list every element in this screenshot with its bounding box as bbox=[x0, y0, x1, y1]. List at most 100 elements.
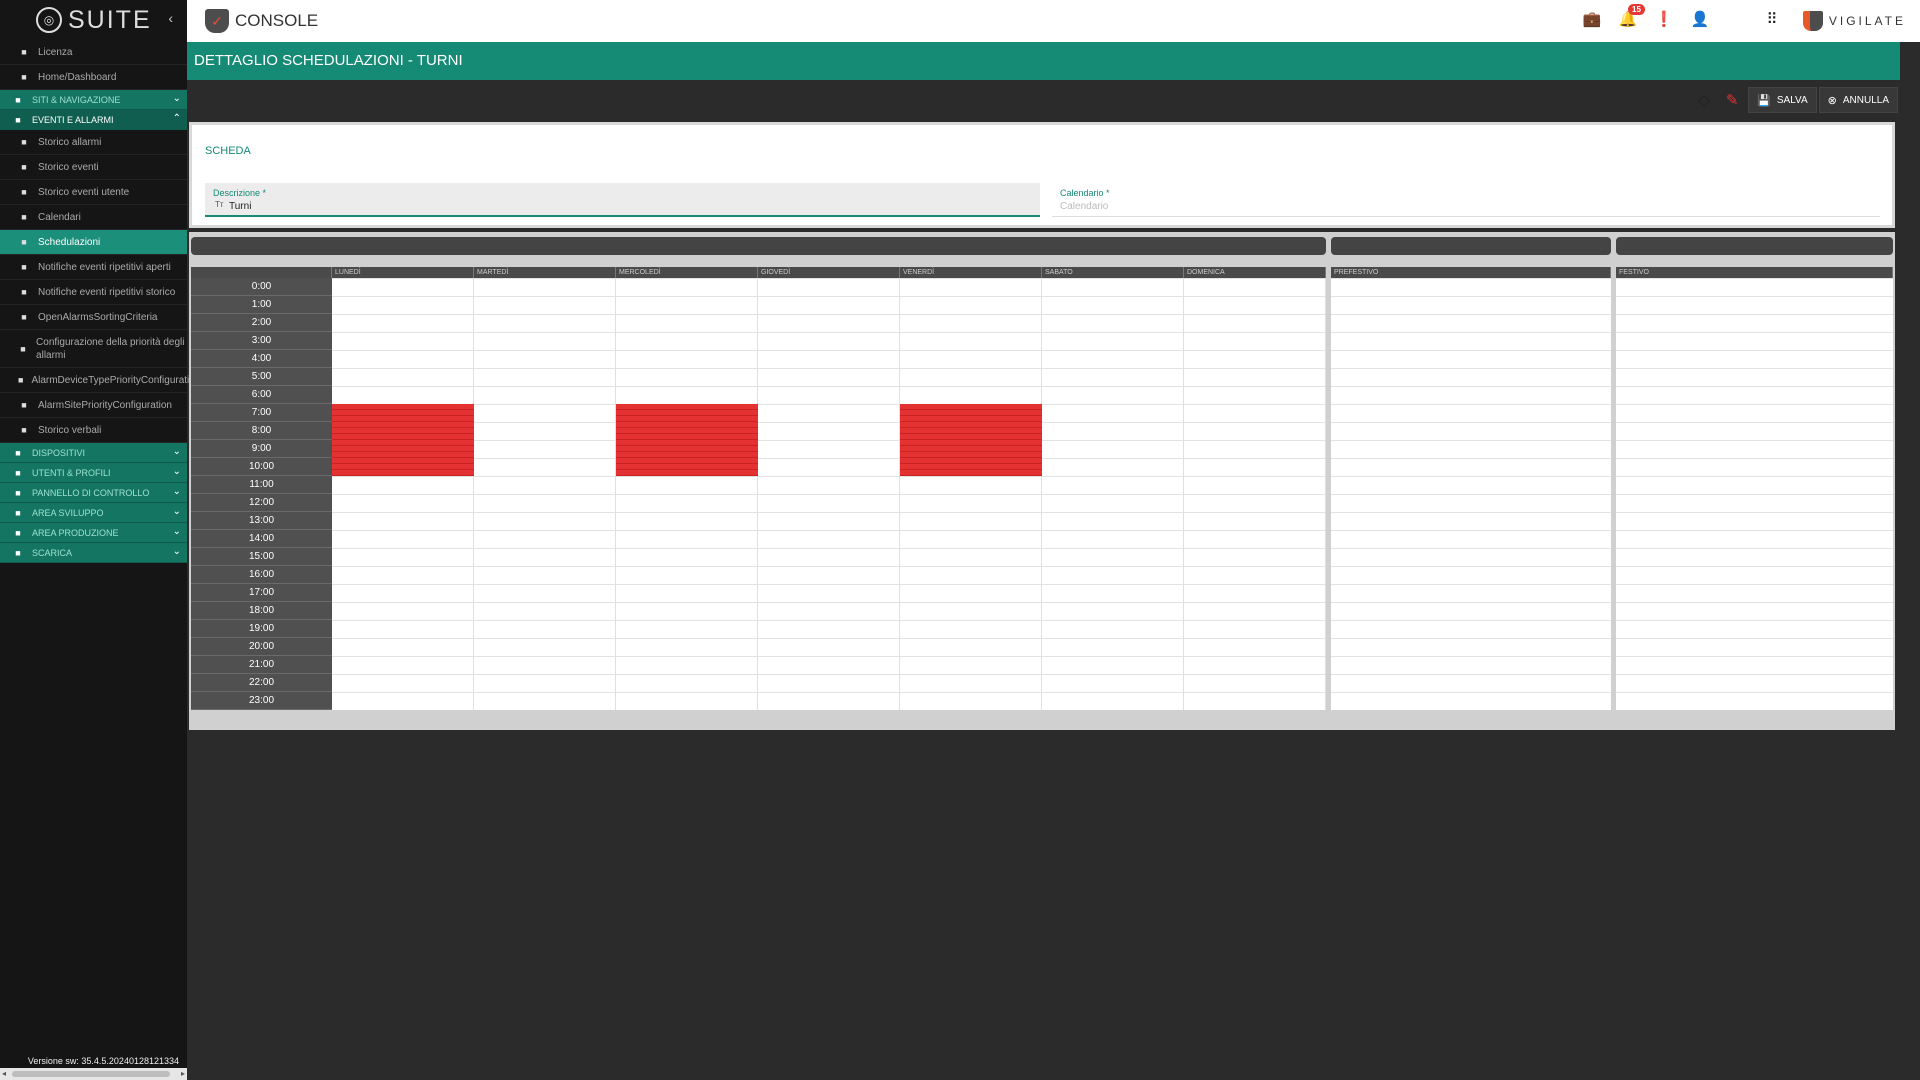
sidebar-item-label: SITI & NAVIGAZIONE bbox=[32, 94, 121, 105]
history-icon: ■ bbox=[21, 287, 27, 297]
hour-label: 17:00 bbox=[191, 584, 332, 602]
form-card: SCHEDA Descrizione * Tт Turni Calendario… bbox=[189, 122, 1895, 228]
sidebar-group-pannello-di-controllo[interactable]: ■ PANNELLO DI CONTROLLO ⌄ bbox=[0, 483, 187, 503]
hour-label: 8:00 bbox=[191, 422, 332, 440]
sidebar-menu: ■ Licenza ■ Home/Dashboard ■ SITI & NAVIGAZIO… bbox=[0, 40, 195, 563]
save-button[interactable]: 💾 SALVA bbox=[1748, 87, 1817, 113]
hour-label: 14:00 bbox=[191, 530, 332, 548]
download-icon: ■ bbox=[15, 547, 21, 558]
sidebar-item-home-dashboard[interactable]: ■ Home/Dashboard bbox=[0, 65, 187, 90]
suite-logo-text: SUITE bbox=[68, 5, 152, 34]
cancel-button[interactable]: ⊗ ANNULLA bbox=[1818, 87, 1898, 113]
hours-column-header bbox=[191, 267, 332, 278]
sidebar-group-area-sviluppo[interactable]: ■ AREA SVILUPPO ⌄ bbox=[0, 503, 187, 523]
sidebar-item-label: Configurazione della priorità degli alla… bbox=[36, 336, 185, 361]
sidebar-item-storico-eventi[interactable]: ■ Storico eventi bbox=[0, 155, 187, 180]
day-column-header: MARTEDÌ bbox=[474, 267, 616, 278]
weekdays-grid[interactable] bbox=[332, 278, 1326, 710]
account-icon[interactable]: 👤 bbox=[1682, 10, 1718, 28]
schedule-grid: LUNEDÌ MARTEDÌ MERCOLEDÌ GIOVEDÌ VENERDÌ SABA… bbox=[189, 232, 1895, 730]
home-icon: ■ bbox=[15, 94, 21, 105]
apps-grid-icon[interactable]: ⠿ bbox=[1754, 10, 1790, 28]
description-field[interactable]: Descrizione * Tт Turni bbox=[205, 183, 1040, 217]
sidebar-item-label: Schedulazioni bbox=[38, 236, 101, 248]
chevron-down-icon: ⌄ bbox=[172, 506, 181, 517]
hour-label: 21:00 bbox=[191, 656, 332, 674]
sidebar-item-label: SCARICA bbox=[32, 547, 73, 558]
sidebar-item-label: EVENTI E ALLARMI bbox=[32, 114, 114, 125]
active-schedule-block[interactable] bbox=[332, 404, 474, 476]
save-icon: 💾 bbox=[1757, 94, 1771, 107]
sidebar-item-licenza[interactable]: ■ Licenza bbox=[0, 40, 187, 65]
action-toolbar: ◇ ✎ 💾 SALVA ⊗ ANNULLA bbox=[1690, 87, 1898, 113]
sidebar-item-label: UTENTI & PROFILI bbox=[32, 467, 111, 478]
control-panel-icon: ■ bbox=[15, 487, 21, 498]
briefcase-icon[interactable]: 💼 bbox=[1574, 10, 1610, 28]
hour-label: 20:00 bbox=[191, 638, 332, 656]
person-icon: ■ bbox=[15, 527, 21, 538]
collapse-sidebar-icon[interactable]: ‹ bbox=[168, 10, 173, 26]
console-logo-icon: ✓ bbox=[205, 9, 229, 33]
description-input[interactable]: Turni bbox=[229, 201, 251, 212]
save-label: SALVA bbox=[1776, 94, 1808, 106]
prefestivo-grid[interactable] bbox=[1331, 278, 1611, 710]
sidebar-group-dispositivi[interactable]: ■ DISPOSITIVI ⌄ bbox=[0, 443, 187, 463]
sidebar-item-label: Storico eventi utente bbox=[38, 186, 130, 198]
pen-icon[interactable]: ✎ bbox=[1718, 87, 1746, 113]
sidebar-item-notifiche-eventi-ripetitivi-aperti[interactable]: ■ Notifiche eventi ripetitivi aperti bbox=[0, 255, 187, 280]
hours-column: 0:00 1:00 2:00 3:00 4:00 5:00 6:00 7:00 8:00 9:00… bbox=[191, 278, 332, 710]
page-title: DETTAGLIO SCHEDULAZIONI - TURNI bbox=[194, 52, 463, 69]
report-icon: ■ bbox=[21, 425, 27, 435]
sidebar-item-label: Storico verbali bbox=[38, 424, 102, 436]
sidebar-item-label: PANNELLO DI CONTROLLO bbox=[32, 487, 150, 498]
prefestivo-column-header: PREFESTIVO bbox=[1331, 267, 1611, 278]
festivo-section-header bbox=[1616, 237, 1893, 255]
day-column-header: GIOVEDÌ bbox=[758, 267, 900, 278]
sidebar-item-calendari[interactable]: ■ Calendari bbox=[0, 205, 187, 230]
sidebar-item-configurazione-della-priorit-degli-allarmi[interactable]: ■ Configurazione della priorità degli all… bbox=[0, 330, 187, 368]
sidebar-item-storico-allarmi[interactable]: ■ Storico allarmi bbox=[0, 130, 187, 155]
sidebar-horizontal-scrollbar[interactable]: ◂ ▸ bbox=[0, 1068, 187, 1080]
app-name: CONSOLE bbox=[235, 11, 319, 30]
calendar-select[interactable]: Calendario bbox=[1060, 201, 1108, 212]
active-schedule-block[interactable] bbox=[616, 404, 758, 476]
active-schedule-block[interactable] bbox=[900, 404, 1042, 476]
hour-label: 18:00 bbox=[191, 602, 332, 620]
calendar-field[interactable]: Calendario * Calendario bbox=[1052, 183, 1880, 217]
vigilate-logo-icon bbox=[1802, 11, 1823, 31]
sidebar-item-alarmsitepriorityconfiguration[interactable]: ■ AlarmSitePriorityConfiguration bbox=[0, 393, 187, 418]
sidebar-item-schedulazioni[interactable]: ■ Schedulazioni bbox=[0, 230, 187, 255]
console-brand[interactable]: ✓ CONSOLE bbox=[205, 9, 318, 33]
vigilate-logo: VIGILATE bbox=[1802, 11, 1906, 31]
scroll-right-icon[interactable]: ▸ bbox=[181, 1068, 185, 1080]
sidebar-item-label: Licenza bbox=[38, 46, 73, 58]
chevron-up-icon: ⌃ bbox=[172, 113, 181, 124]
sidebar-group-utenti-profili[interactable]: ■ UTENTI & PROFILI ⌄ bbox=[0, 463, 187, 483]
sidebar-group-siti-navigazione[interactable]: ■ SITI & NAVIGAZIONE ⌄ bbox=[0, 90, 187, 110]
sidebar-item-alarmdevicetypepriorityconfiguratio[interactable]: ■ AlarmDeviceTypePriorityConfiguratio bbox=[0, 368, 195, 393]
scrollbar-thumb[interactable] bbox=[12, 1071, 170, 1077]
sidebar-group-eventi-e-allarmi[interactable]: ■ EVENTI E ALLARMI ⌃ bbox=[0, 110, 187, 130]
home-icon: ■ bbox=[21, 72, 27, 82]
eraser-icon[interactable]: ◇ bbox=[1690, 87, 1718, 113]
hour-label: 10:00 bbox=[191, 458, 332, 476]
sidebar-item-openalarmssortingcriteria[interactable]: ■ OpenAlarmsSortingCriteria bbox=[0, 305, 187, 330]
users-icon: ■ bbox=[15, 467, 21, 478]
sidebar-group-area-produzione[interactable]: ■ AREA PRODUZIONE ⌄ bbox=[0, 523, 187, 543]
sidebar-item-storico-verbali[interactable]: ■ Storico verbali bbox=[0, 418, 187, 443]
flag-it-icon[interactable] bbox=[1718, 11, 1754, 28]
sidebar-group-scarica[interactable]: ■ SCARICA ⌄ bbox=[0, 543, 187, 563]
alert-icon[interactable]: ❗ bbox=[1646, 10, 1682, 28]
sidebar-item-notifiche-eventi-ripetitivi-storico[interactable]: ■ Notifiche eventi ripetitivi storico bbox=[0, 280, 187, 305]
scroll-left-icon[interactable]: ◂ bbox=[2, 1068, 6, 1080]
bell-icon[interactable]: 🔔 15 bbox=[1610, 4, 1646, 28]
sidebar-item-storico-eventi-utente[interactable]: ■ Storico eventi utente bbox=[0, 180, 187, 205]
hour-label: 12:00 bbox=[191, 494, 332, 512]
chevron-down-icon: ⌄ bbox=[172, 446, 181, 457]
festivo-grid[interactable] bbox=[1616, 278, 1893, 710]
hour-label: 9:00 bbox=[191, 440, 332, 458]
suite-logo-icon: ◎ bbox=[36, 7, 62, 33]
hour-label: 0:00 bbox=[191, 278, 332, 296]
topbar-icons: 💼 🔔 15 ❗ 👤 ⠿ bbox=[1574, 4, 1790, 28]
schedule-icon: ■ bbox=[21, 237, 27, 247]
